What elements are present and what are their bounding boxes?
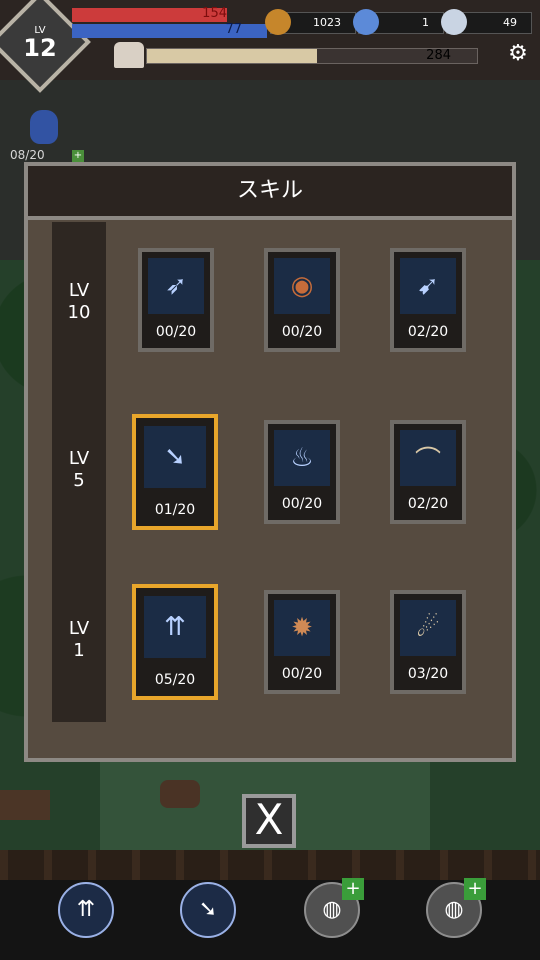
skill-card[interactable]: ➹ 02/20	[390, 248, 466, 352]
boot-icon: ⌒	[400, 430, 456, 486]
bottom-slot-empty-2[interactable]: ◍ +	[426, 878, 486, 938]
crossbow-icon: ➹	[400, 258, 456, 314]
skill-count: 00/20	[281, 666, 323, 682]
skill-count: 00/20	[281, 496, 323, 512]
skill-card[interactable]: ♨ 00/20	[264, 420, 340, 524]
bottom-skill-triple-shot[interactable]: ⇈	[58, 882, 114, 938]
level-value: 12	[23, 33, 57, 62]
triple-shot-icon: ⇈	[76, 897, 96, 922]
potion-count: 08/20	[10, 148, 45, 162]
skill-card-selected[interactable]: ➘ 01/20	[132, 414, 218, 530]
eye-icon: ◉	[274, 258, 330, 314]
add-slot-icon[interactable]: +	[342, 878, 364, 900]
gem-icon	[441, 9, 467, 35]
skill-card[interactable]: ☄ 03/20	[390, 590, 466, 694]
hp-value: 154	[202, 6, 227, 21]
exp-bar: 284	[146, 48, 478, 64]
potion-icon[interactable]	[30, 110, 58, 144]
coin-value: 1023	[313, 16, 341, 29]
star-counter: 1	[353, 9, 444, 35]
arrow-rain-icon: ➶	[148, 258, 204, 314]
lock-icon: ◍	[322, 897, 342, 922]
wooden-fence	[0, 850, 540, 880]
skill-count: 00/20	[155, 324, 197, 340]
skill-panel: スキル LV 10 LV 5 LV 1 ➶ 00/20 ◉ 00/20 ➹ 02…	[24, 162, 516, 762]
skill-slot-8[interactable]: ✹ 00/20	[264, 590, 340, 694]
skill-card[interactable]: ⌒ 02/20	[390, 420, 466, 524]
multi-arrow-icon: ➘	[198, 897, 218, 922]
skill-slot-1[interactable]: ➶ 00/20	[138, 248, 214, 352]
tier-label-lv1: LV 1	[68, 618, 90, 661]
skill-card-selected[interactable]: ⇈ 05/20	[132, 584, 218, 700]
exp-fill	[147, 49, 317, 63]
skill-card[interactable]: ◉ 00/20	[264, 248, 340, 352]
star-value: 1	[422, 16, 429, 29]
skill-count: 00/20	[281, 324, 323, 340]
skill-count: 01/20	[154, 502, 196, 518]
level-column: LV 10 LV 5 LV 1	[52, 222, 106, 722]
tier-label-lv5: LV 5	[68, 448, 90, 491]
archer-icon: ☄	[400, 600, 456, 656]
bottom-slot-empty-1[interactable]: ◍ +	[304, 878, 364, 938]
skill-count: 02/20	[407, 324, 449, 340]
coin-icon	[265, 9, 291, 35]
skill-card[interactable]: ✹ 00/20	[264, 590, 340, 694]
skill-slot-2[interactable]: ◉ 00/20	[264, 248, 340, 352]
skill-slot-9[interactable]: ☄ 03/20	[390, 590, 466, 694]
skill-slot-3[interactable]: ➹ 02/20	[390, 248, 466, 352]
skill-slot-5[interactable]: ♨ 00/20	[264, 420, 340, 524]
chest-icon	[114, 42, 144, 68]
skill-count: 02/20	[407, 496, 449, 512]
skill-count: 05/20	[154, 672, 196, 688]
star-icon	[353, 9, 379, 35]
lock-icon: ◍	[444, 897, 464, 922]
gem-counter: 49	[441, 9, 532, 35]
tier-label-lv10: LV 10	[67, 280, 91, 323]
explosion-icon: ✹	[274, 600, 330, 656]
skill-count: 03/20	[407, 666, 449, 682]
potion-plus-icon[interactable]: +	[72, 150, 84, 162]
blue-flames-icon: ♨	[274, 430, 330, 486]
skill-card[interactable]: ➶ 00/20	[138, 248, 214, 352]
panel-title: スキル	[28, 166, 512, 220]
skill-slot-7[interactable]: ⇈ 05/20	[132, 584, 218, 700]
exp-value: 284	[426, 48, 451, 63]
mp-value: 77	[225, 22, 242, 37]
level-badge: LV 12	[4, 6, 76, 78]
triple-shot-icon: ⇈	[144, 596, 206, 658]
wood-log	[0, 790, 50, 820]
close-button[interactable]: X	[242, 794, 296, 848]
multi-arrow-icon: ➘	[144, 426, 206, 488]
coin-counter: 1023	[265, 9, 356, 35]
gear-icon[interactable]: ⚙	[506, 42, 530, 66]
tree-stump	[160, 780, 200, 808]
skill-slot-6[interactable]: ⌒ 02/20	[390, 420, 466, 524]
gem-value: 49	[503, 16, 517, 29]
skill-slot-4[interactable]: ➘ 01/20	[132, 414, 218, 530]
bottom-skill-multi-arrow[interactable]: ➘	[180, 882, 236, 938]
add-slot-icon[interactable]: +	[464, 878, 486, 900]
